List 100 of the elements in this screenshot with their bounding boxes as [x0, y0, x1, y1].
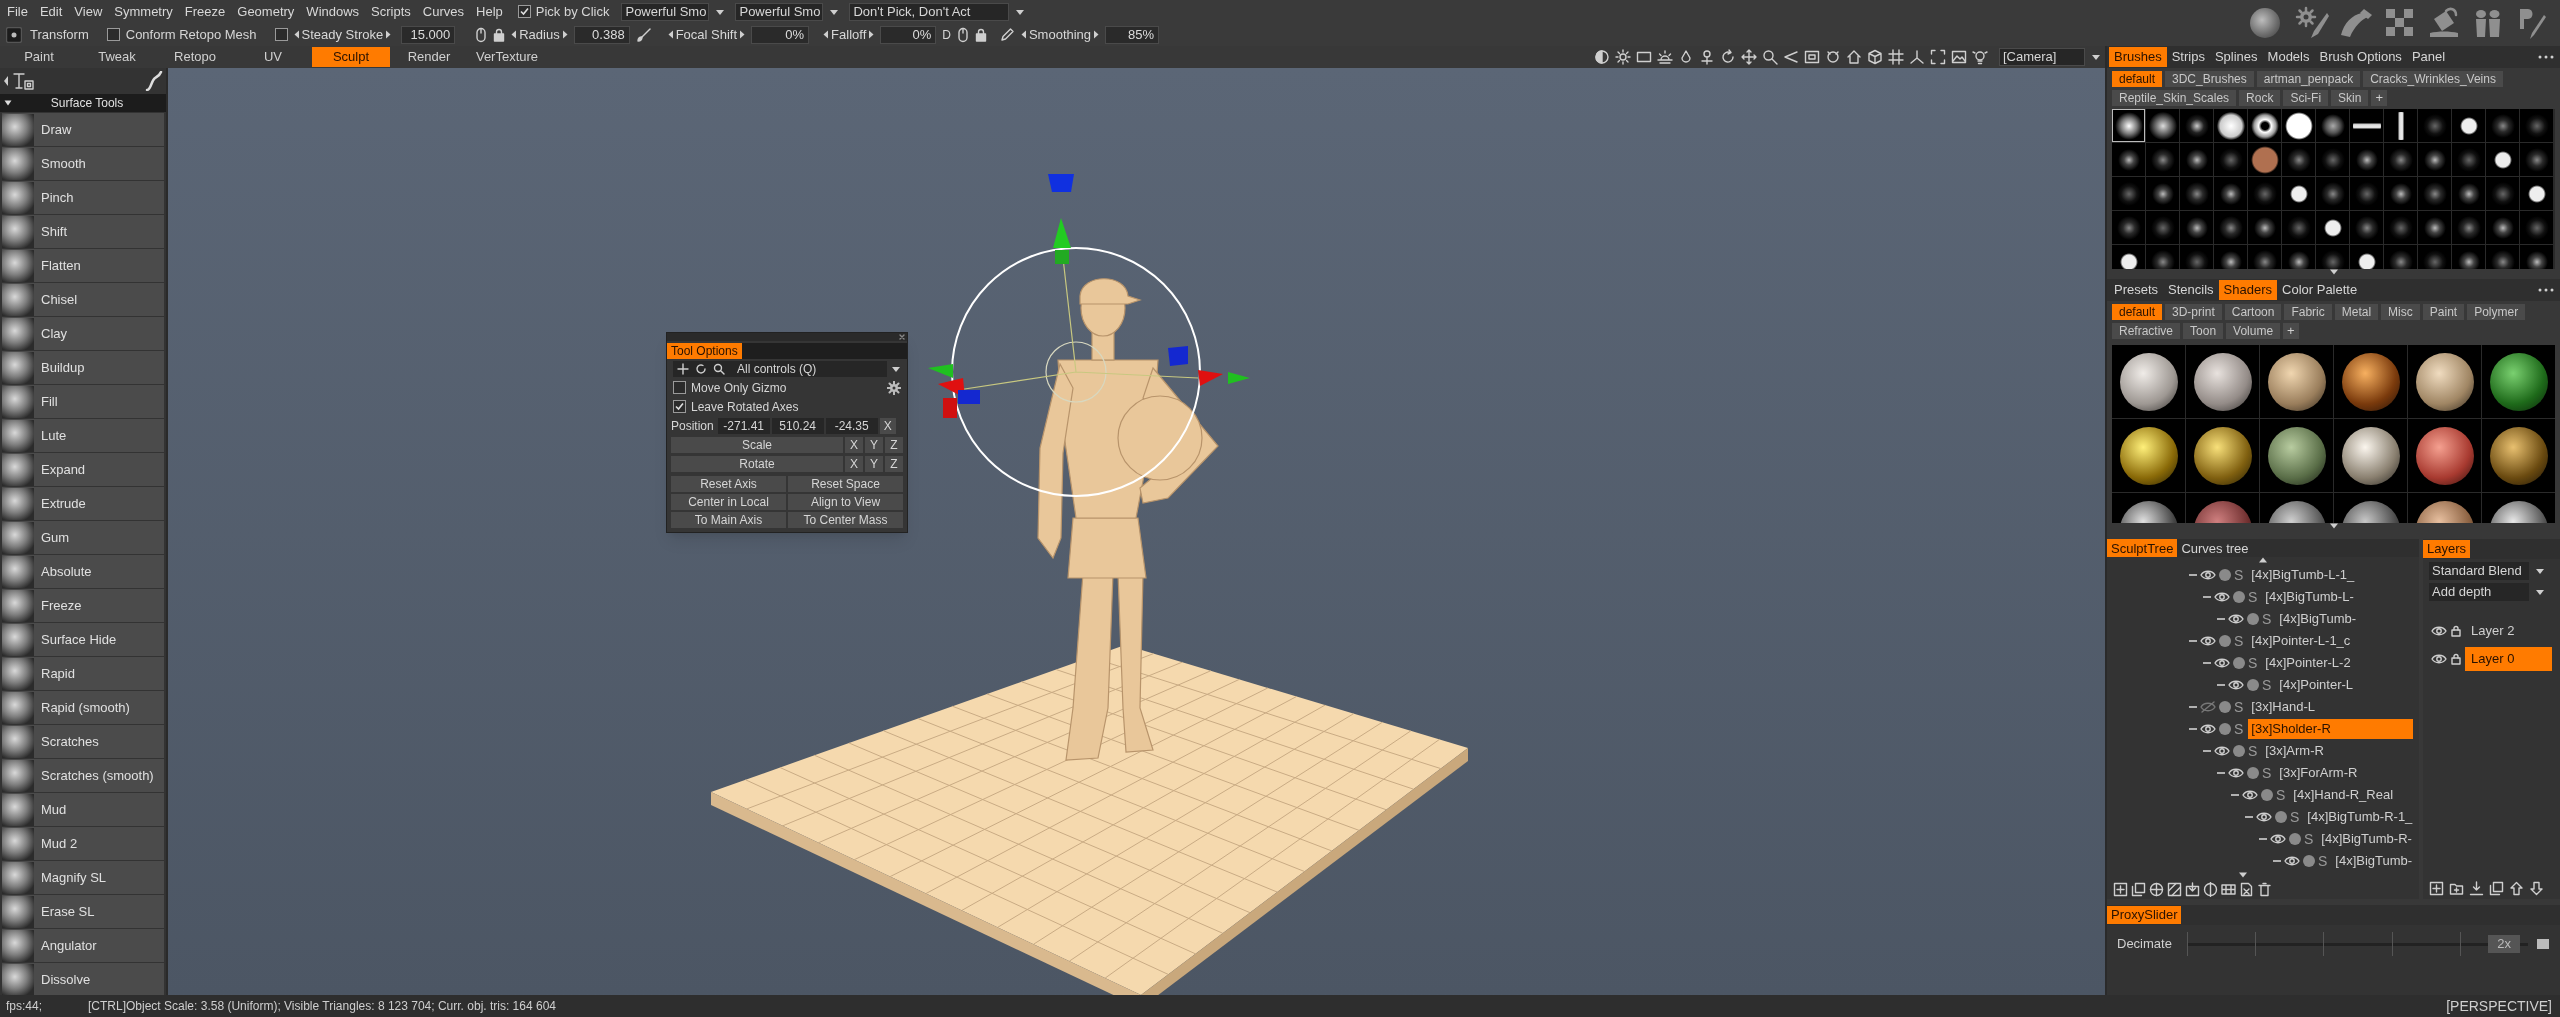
value-field[interactable]: 0%	[751, 25, 810, 44]
add-icon[interactable]	[2113, 881, 2128, 897]
category-tab[interactable]: artman_penpack	[2256, 71, 2361, 87]
shader-thumbnail[interactable]	[2334, 345, 2407, 418]
action-button[interactable]: To Main Axis	[671, 512, 786, 528]
checkbox-label[interactable]: Pick by Click	[535, 1, 610, 22]
checkbox[interactable]	[106, 28, 120, 41]
brush-thumbnail[interactable]	[2282, 211, 2315, 244]
brush-thumbnail[interactable]	[2248, 245, 2281, 269]
eye-icon[interactable]	[2431, 653, 2447, 665]
brush-thumbnail[interactable]	[2384, 109, 2417, 142]
brush-thumbnail[interactable]	[2248, 109, 2281, 142]
brush-thumbnail[interactable]	[2214, 245, 2247, 269]
brush-thumbnail[interactable]	[2282, 245, 2315, 269]
category-tab[interactable]: 3DC_Brushes	[2165, 71, 2254, 87]
room-tab[interactable]: Paint	[0, 47, 78, 67]
panel-tab[interactable]: Layers	[2423, 540, 2471, 558]
trash-icon[interactable]	[2257, 881, 2272, 897]
tool-item[interactable]: Surface Hide	[2, 623, 164, 656]
eye-icon[interactable]	[2256, 811, 2272, 824]
brush-thumbnail[interactable]	[2316, 177, 2349, 210]
eye-icon[interactable]	[2200, 635, 2216, 648]
stepper-label[interactable]: Focal Shift	[667, 24, 746, 45]
tree-item-label[interactable]: [4x]BigTumb-L-	[2262, 587, 2357, 608]
axes-icon[interactable]	[1909, 49, 1925, 65]
arrow-left-icon[interactable]	[823, 30, 830, 39]
value-field[interactable]: 85%	[1105, 25, 1160, 44]
brush-thumbnail[interactable]	[2146, 177, 2179, 210]
brush-thumbnail[interactable]	[2112, 109, 2145, 142]
panel-tab[interactable]: ProxySlider	[2107, 906, 2182, 924]
brush-thumbnail[interactable]	[2316, 211, 2349, 244]
shader-thumbnail[interactable]	[2260, 345, 2333, 418]
menu-item[interactable]: Scripts	[366, 1, 416, 22]
drop-icon[interactable]	[1678, 49, 1694, 65]
panel-tab[interactable]: SculptTree	[2107, 539, 2178, 557]
tree-item-label[interactable]: [4x]BigTumb-R-	[2318, 829, 2415, 850]
brush-thumbnail[interactable]	[2248, 177, 2281, 210]
arrow-up-icon[interactable]	[2509, 880, 2524, 896]
panel-tab[interactable]: Stencils	[2163, 280, 2219, 300]
brush-thumbnail[interactable]	[2418, 143, 2451, 176]
category-tab[interactable]: Sci-Fi	[2283, 90, 2329, 106]
tool-item[interactable]: Magnify SL	[2, 861, 164, 894]
hatch-icon[interactable]	[2167, 881, 2182, 897]
axis-button[interactable]: X	[879, 417, 896, 434]
brush-thumbnail[interactable]	[2316, 143, 2349, 176]
image-icon[interactable]	[1951, 49, 1967, 65]
ring-icon[interactable]	[1825, 49, 1841, 65]
category-tab[interactable]: Refractive	[2112, 323, 2181, 339]
brush-thumbnail[interactable]	[2112, 177, 2145, 210]
tool-item[interactable]: Mud 2	[2, 827, 164, 860]
brush-thumbnail[interactable]	[2350, 211, 2383, 244]
more-icon[interactable]	[2538, 288, 2554, 292]
arrow-right-icon[interactable]	[739, 30, 746, 39]
move-icon[interactable]	[1741, 49, 1757, 65]
bulb-icon[interactable]	[1972, 49, 1988, 65]
panel-tab[interactable]: Shaders	[2218, 280, 2278, 300]
tool-item[interactable]: Rapid	[2, 657, 164, 690]
brush-thumbnail[interactable]	[2418, 109, 2451, 142]
brush-thumbnail[interactable]	[2384, 177, 2417, 210]
tool-item[interactable]: Mud	[2, 793, 164, 826]
tool-item[interactable]: Rapid (smooth)	[2, 691, 164, 724]
category-tab[interactable]: Polymer	[2467, 304, 2526, 320]
tool-item[interactable]: Draw	[2, 113, 164, 146]
panel-tab[interactable]: Color Palette	[2277, 280, 2363, 300]
category-tab[interactable]: Volume	[2226, 323, 2281, 339]
brush-thumbnail[interactable]	[2180, 109, 2213, 142]
stepper-label[interactable]: Falloff	[823, 24, 875, 45]
shader-thumbnail[interactable]	[2334, 419, 2407, 492]
text-tool-icon[interactable]	[13, 71, 35, 91]
brush-thumbnail[interactable]	[2214, 211, 2247, 244]
value-field[interactable]: 0%	[880, 25, 937, 44]
sun-icon[interactable]	[1615, 49, 1631, 65]
settings-icon[interactable]	[887, 380, 901, 395]
cube-icon[interactable]	[1867, 49, 1883, 65]
brush-thumbnail[interactable]	[2520, 245, 2553, 269]
mode-dropdown[interactable]: All controls (Q)	[673, 361, 887, 377]
brush-thumbnail[interactable]	[2418, 245, 2451, 269]
brush-thumbnail[interactable]	[2486, 143, 2519, 176]
eye-hidden-icon[interactable]	[2200, 701, 2216, 714]
curve-stroke-icon[interactable]	[145, 71, 163, 91]
tool-item[interactable]: Shift	[2, 215, 164, 248]
eye-icon[interactable]	[2270, 833, 2286, 846]
menu-item[interactable]: Freeze	[179, 1, 231, 22]
tool-item[interactable]: Erase SL	[2, 895, 164, 928]
tool-item[interactable]: Buildup	[2, 351, 164, 384]
slider-track[interactable]: 2x	[2187, 932, 2528, 956]
tree-item-label[interactable]: [4x]Pointer-L	[2276, 675, 2357, 696]
more-icon[interactable]	[2538, 55, 2554, 59]
checkbox-label[interactable]: Conform Retopo Mesh	[125, 24, 257, 45]
brush-thumbnail[interactable]	[2112, 245, 2145, 269]
category-tab[interactable]: Cracks_Wrinkles_Veins	[2363, 71, 2503, 87]
arrow-right-icon[interactable]	[561, 30, 568, 39]
value-field[interactable]: -271.41	[717, 417, 770, 434]
tool-item[interactable]: Scratches	[2, 725, 164, 758]
arrow-left-icon[interactable]	[667, 30, 674, 39]
brush-thumbnail[interactable]	[2350, 143, 2383, 176]
menu-item[interactable]: Windows	[301, 1, 365, 22]
tool-item[interactable]: Extrude	[2, 487, 164, 520]
brush-thumbnail[interactable]	[2316, 109, 2349, 142]
brush-thumbnail[interactable]	[2214, 109, 2247, 142]
